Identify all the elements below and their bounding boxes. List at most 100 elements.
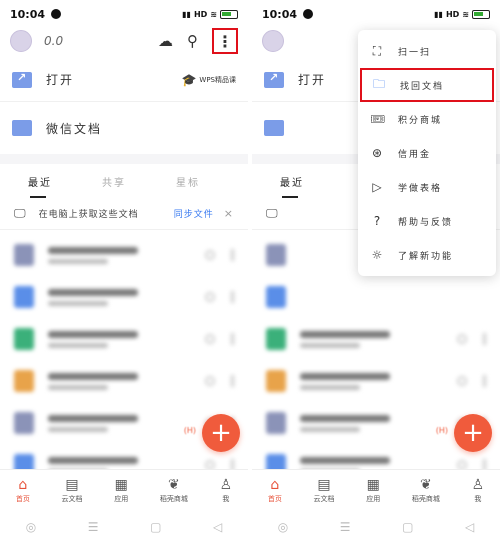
wechat-docs-row[interactable]: 微信文档 (0, 102, 248, 154)
assistant-icon[interactable]: ◎ (278, 520, 288, 534)
bulb-icon: ☼ (371, 248, 385, 262)
menu-item-new-features[interactable]: ☼ 了解新功能 (358, 238, 496, 272)
signal-icon: ▮▮ (434, 9, 443, 19)
bottom-nav: ⌂ 首页 ▤ 云文档 ▦ 应用 ❦ 稻壳商城 ♙ 我 (0, 469, 248, 511)
back-icon[interactable]: ◁ (213, 520, 222, 534)
menu-item-recover-docs[interactable]: 🗀 找回文档 (360, 68, 494, 102)
wechat-docs-label: 微信文档 (46, 121, 103, 136)
folder-icon (264, 120, 284, 136)
more-icon[interactable] (231, 249, 234, 261)
home-system-icon[interactable]: ▢ (150, 520, 161, 534)
avatar[interactable] (262, 30, 284, 52)
notification-icon (303, 9, 314, 19)
more-menu-button[interactable]: ⋮ (212, 28, 238, 54)
list-item[interactable] (0, 276, 248, 318)
phone-screen-right: 10:04 ▮▮ HD ≋ 打开 最近 🖵 (H) + ⌂首页 ▤云文档 (252, 0, 500, 543)
status-time: 10:04 (262, 7, 298, 21)
nav-store[interactable]: ❦ 稻壳商城 (412, 477, 440, 504)
avatar[interactable] (10, 30, 32, 52)
doc-icon (266, 328, 286, 350)
system-nav: ◎ ☰ ▢ ◁ (0, 511, 248, 543)
home-icon: ⌂ (18, 477, 28, 493)
leaf-icon: ❦ (420, 477, 432, 493)
list-item[interactable] (0, 318, 248, 360)
recover-folder-icon: 🗀 (372, 76, 387, 91)
more-icon[interactable] (483, 375, 486, 387)
status-indicators: ▮▮ HD ≋ (434, 9, 490, 19)
new-doc-button[interactable]: + (454, 414, 492, 452)
recents-icon[interactable]: ☰ (340, 520, 351, 534)
video-icon: ▷ (372, 180, 384, 194)
star-icon[interactable] (457, 376, 467, 386)
nav-cloud-docs[interactable]: ▤ 云文档 (62, 477, 83, 504)
close-icon[interactable]: × (224, 207, 234, 220)
doc-icon (14, 328, 34, 350)
open-folder-icon (264, 71, 284, 88)
list-item[interactable] (252, 318, 500, 360)
menu-item-help[interactable]: ? 帮助与反馈 (358, 204, 496, 238)
signal-icon: ▮▮ (182, 9, 191, 19)
leaf-icon: ❦ (168, 477, 180, 493)
wps-course-badge[interactable]: 🎓 WPS精品课 (181, 73, 236, 87)
status-bar: 10:04 ▮▮ HD ≋ (252, 0, 500, 28)
list-item[interactable] (252, 360, 500, 402)
nav-cloud-docs[interactable]: ▤ 云文档 (314, 477, 335, 504)
sync-files-link[interactable]: 同步文件 (174, 207, 214, 220)
nav-home[interactable]: ⌂ 首页 (16, 477, 30, 504)
menu-item-scan[interactable]: ⛶ 扫一扫 (358, 34, 496, 68)
home-system-icon[interactable]: ▢ (402, 520, 413, 534)
star-icon[interactable] (205, 334, 215, 344)
list-item[interactable] (252, 276, 500, 318)
status-time: 10:04 (10, 7, 46, 21)
more-icon[interactable] (231, 375, 234, 387)
home-icon: ⌂ (270, 477, 280, 493)
document-icon: ▤ (65, 477, 79, 493)
menu-item-learn-tables[interactable]: ▷ 学做表格 (358, 170, 496, 204)
star-icon[interactable] (205, 376, 215, 386)
tab-starred[interactable]: 星标 (176, 174, 200, 189)
grid-icon: ▦ (366, 477, 380, 493)
doc-icon (14, 286, 34, 308)
sync-notice-text: 在电脑上获取这些文档 (38, 210, 139, 220)
more-icon[interactable] (231, 333, 234, 345)
nav-me[interactable]: ♙ 我 (472, 477, 485, 504)
open-file-row[interactable]: 打开 🎓 WPS精品课 (0, 58, 248, 102)
menu-item-credit[interactable]: ⊛ 信用金 (358, 136, 496, 170)
network-label: HD (193, 9, 208, 19)
wifi-icon: ≋ (210, 9, 217, 19)
star-icon[interactable] (205, 292, 215, 302)
list-item[interactable] (0, 360, 248, 402)
doc-icon (14, 412, 34, 434)
system-nav: ◎ ☰ ▢ ◁ (252, 511, 500, 543)
list-item[interactable] (0, 234, 248, 276)
nav-me[interactable]: ♙ 我 (220, 477, 233, 504)
monitor-icon: 🖵 (266, 206, 279, 220)
recents-icon[interactable]: ☰ (88, 520, 99, 534)
recent-docs-list (0, 230, 248, 490)
folder-icon (12, 120, 32, 136)
battery-icon (472, 9, 490, 19)
search-icon[interactable]: ⚲ (187, 32, 198, 50)
star-icon[interactable] (205, 250, 215, 260)
network-label: HD (445, 9, 460, 19)
nav-apps[interactable]: ▦ 应用 (114, 477, 128, 504)
tab-bar: 最近 共享 星标 (0, 164, 248, 198)
nav-home[interactable]: ⌂ 首页 (268, 477, 282, 504)
nav-store[interactable]: ❦ 稻壳商城 (160, 477, 188, 504)
bottom-nav: ⌂ 首页 ▤ 云文档 ▦ 应用 ❦ 稻壳商城 ♙ 我 (252, 469, 500, 511)
doc-icon (266, 412, 286, 434)
new-doc-button[interactable]: + (202, 414, 240, 452)
tab-recent[interactable]: 最近 (28, 174, 52, 198)
assistant-icon[interactable]: ◎ (26, 520, 36, 534)
nav-apps[interactable]: ▦ 应用 (366, 477, 380, 504)
tab-shared[interactable]: 共享 (102, 174, 126, 189)
more-icon[interactable] (231, 291, 234, 303)
more-icon[interactable] (483, 333, 486, 345)
back-icon[interactable]: ◁ (465, 520, 474, 534)
tab-recent[interactable]: 最近 (280, 174, 304, 198)
more-dropdown-menu: ⛶ 扫一扫 🗀 找回文档 🎟 积分商城 ⊛ 信用金 ▷ 学做表格 ? 帮助与反馈 ☼ 了解新功… (358, 30, 496, 276)
cloud-icon[interactable]: ☁ (158, 32, 173, 50)
menu-item-points-store[interactable]: 🎟 积分商城 (358, 102, 496, 136)
header-actions: ☁ ⚲ ⋮ (158, 28, 238, 54)
star-icon[interactable] (457, 334, 467, 344)
